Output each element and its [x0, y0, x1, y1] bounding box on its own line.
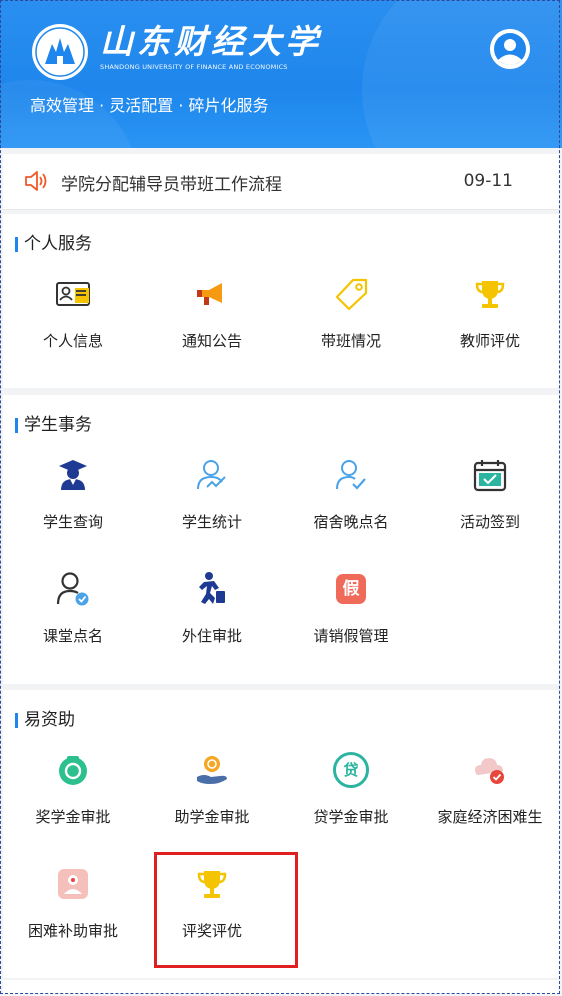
graduate-icon [59, 460, 87, 490]
tile-label: 外住审批 [181, 627, 242, 645]
megaphone-icon [197, 283, 222, 305]
header-decoration [362, 0, 562, 148]
loan-icon: 贷 [333, 752, 369, 788]
leave-icon: 假 [336, 574, 366, 604]
tile-leave-management[interactable]: 假 请销假管理 [281, 571, 421, 671]
tile-scholarship-approval[interactable]: 奖学金审批 [3, 752, 143, 852]
tile-label: 教师评优 [459, 332, 520, 350]
tile-label: 家庭经济困难生 [437, 808, 543, 826]
tile-label: 困难补助审批 [27, 922, 118, 940]
speaker-icon [25, 171, 47, 191]
tag-icon [335, 278, 368, 311]
tile-class-status[interactable]: 带班情况 [281, 276, 421, 376]
tile-student-statistics[interactable]: 学生统计 [142, 457, 282, 557]
tile-label: 助学金审批 [174, 808, 250, 826]
section-title: 易资助 [15, 710, 75, 730]
notice-bar[interactable]: 学院分配辅导员带班工作流程 09-11 [3, 154, 559, 210]
logo-en: SHANDONG UNIVERSITY OF FINANCE AND ECONO… [100, 63, 288, 71]
tile-label: 学生统计 [181, 513, 242, 531]
tile-off-campus-approval[interactable]: 外住审批 [142, 571, 282, 671]
tile-personal-info[interactable]: 个人信息 [3, 276, 143, 376]
user-verified-icon [56, 572, 89, 606]
section-title: 个人服务 [15, 234, 92, 254]
support-icon [58, 869, 88, 899]
tile-label: 活动签到 [459, 513, 520, 531]
logo-cn: 山东财经大学 [100, 22, 322, 61]
user-avatar-icon[interactable] [490, 29, 530, 69]
tile-label: 个人信息 [42, 332, 103, 350]
tile-teacher-award[interactable]: 教师评优 [420, 276, 560, 376]
id-card-icon [56, 282, 90, 306]
tile-label: 带班情况 [320, 332, 381, 350]
app-header: 山东财经大学 SHANDONG UNIVERSITY OF FINANCE AN… [0, 0, 562, 148]
slogan: 高效管理 · 灵活配置 · 碎片化服务 [30, 96, 269, 115]
highlight-box [154, 852, 298, 968]
tile-hardship-subsidy[interactable]: 困难补助审批 [3, 866, 143, 966]
tile-label: 贷学金审批 [313, 808, 389, 826]
tile-label: 课堂点名 [42, 627, 103, 645]
cloud-alert-icon [475, 758, 504, 784]
tile-label: 请销假管理 [313, 627, 389, 645]
user-check-icon [336, 460, 366, 490]
notice-text[interactable]: 学院分配辅导员带班工作流程 [61, 170, 282, 195]
tile-class-rollcall[interactable]: 课堂点名 [3, 571, 143, 671]
calendar-check-icon [473, 460, 507, 492]
hand-coin-icon [197, 756, 227, 784]
money-bag-icon [59, 756, 87, 785]
tile-notices[interactable]: 通知公告 [142, 276, 282, 376]
university-emblem-icon [32, 24, 88, 80]
tile-dorm-rollcall[interactable]: 宿舍晚点名 [281, 457, 421, 557]
tile-label: 通知公告 [181, 332, 242, 350]
user-chart-icon [197, 460, 226, 490]
tile-label: 奖学金审批 [35, 808, 111, 826]
tile-student-query[interactable]: 学生查询 [3, 457, 143, 557]
tile-label: 学生查询 [42, 513, 103, 531]
section-student-affairs: 学生事务 学生查询 学生统计 宿舍晚点名 活动签到 课堂点名 外住审批 假 请销… [3, 395, 559, 684]
tile-financial-difficulty[interactable]: 家庭经济困难生 [420, 752, 560, 852]
university-logo: 山东财经大学 SHANDONG UNIVERSITY OF FINANCE AN… [100, 22, 322, 71]
section-title: 学生事务 [15, 415, 92, 435]
section-personal-services: 个人服务 个人信息 通知公告 带班情况 教师评优 [3, 214, 559, 388]
bottom-strip [3, 980, 559, 994]
trophy-icon [475, 281, 505, 308]
tile-label: 宿舍晚点名 [313, 513, 389, 531]
tile-loan-approval[interactable]: 贷 贷学金审批 [281, 752, 421, 852]
tile-grant-approval[interactable]: 助学金审批 [142, 752, 282, 852]
tile-activity-checkin[interactable]: 活动签到 [420, 457, 560, 557]
notice-date: 09-11 [463, 171, 513, 191]
person-walking-icon [199, 572, 225, 604]
